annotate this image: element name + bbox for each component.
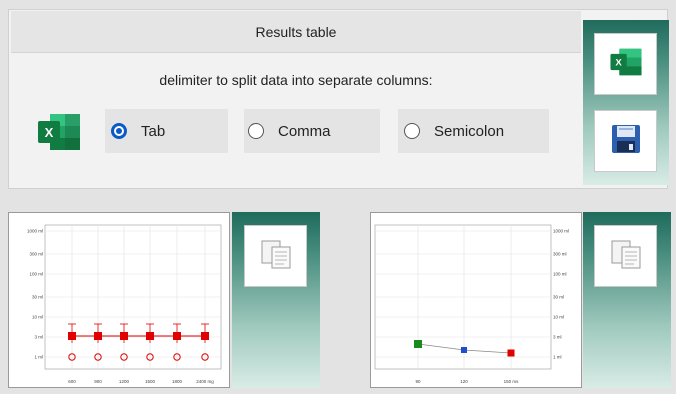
delimiter-tab-label: Tab [141,122,166,140]
data-point-square [414,340,422,348]
x-tick-label: 150 ms [504,379,520,384]
left-chart-plot: 1000 ml 300 ml 100 ml 30 ml 10 ml 3 ml 1 ml 600… [27,224,222,384]
copy-icon [609,238,643,275]
data-point-square [146,332,154,340]
svg-text:X: X [615,57,622,68]
y-tick-label: 3 ml [553,335,562,340]
x-tick-label: 90 [415,379,421,384]
floppy-disk-icon [610,123,642,160]
x-tick-label: 600 [68,379,76,384]
data-point-square [507,349,515,357]
delimiter-semicolon-option[interactable]: Semicolon [398,109,549,153]
results-table-title: Results table [255,23,337,40]
right-chart-plot: 1000 ml 300 ml 100 ml 30 ml 10 ml 3 ml 1 ml 90 1… [374,224,569,384]
radio-tab-selected-icon[interactable] [111,123,127,139]
data-point-square [68,332,76,340]
copy-left-chart-button[interactable] [244,225,307,287]
excel-icon: X [36,112,82,152]
save-button[interactable] [594,110,657,172]
x-tick-label: 1500 [145,379,156,384]
svg-text:X: X [45,125,54,140]
results-table-header: Results table [11,11,581,53]
data-point-square [120,332,128,340]
x-tick-label: 1800 [172,379,183,384]
data-point-square [173,332,181,340]
delimiter-semicolon-label: Semicolon [434,122,505,140]
left-chart: 1000 ml 300 ml 100 ml 30 ml 10 ml 3 ml 1 ml 600… [8,212,230,388]
copy-icon [259,238,293,275]
right-chart: 1000 ml 300 ml 100 ml 30 ml 10 ml 3 ml 1 ml 90 1… [370,212,582,388]
y-tick-label: 1000 ml [27,229,43,234]
delimiter-prompt-text: delimiter to split data into separate co… [159,72,433,88]
delimiter-comma-option[interactable]: Comma [244,109,380,153]
y-tick-label: 100 ml [29,272,43,277]
excel-icon: X [609,47,643,82]
delimiter-tab-option[interactable]: Tab [105,109,228,153]
data-point-square [461,347,467,353]
x-tick-label: 2400 mg [196,379,214,384]
copy-right-chart-button[interactable] [594,225,657,287]
x-tick-label: 1200 [119,379,130,384]
y-tick-label: 300 ml [29,252,43,257]
x-tick-label: 900 [94,379,102,384]
y-tick-label: 100 ml [553,272,567,277]
delimiter-comma-label: Comma [278,122,331,140]
y-tick-label: 300 ml [553,252,567,257]
radio-comma-icon[interactable] [248,123,264,139]
y-tick-label: 30 ml [553,295,564,300]
y-tick-label: 1000 ml [553,229,569,234]
export-excel-button[interactable]: X [594,33,657,95]
y-tick-label: 1 ml [553,355,562,360]
y-tick-label: 30 ml [32,295,43,300]
radio-semicolon-icon[interactable] [404,123,420,139]
y-tick-label: 10 ml [553,315,564,320]
data-point-square [201,332,209,340]
y-tick-label: 10 ml [32,315,43,320]
x-tick-label: 120 [460,379,468,384]
y-tick-label: 1 ml [34,355,43,360]
data-point-square [94,332,102,340]
y-tick-label: 3 ml [34,335,43,340]
delimiter-prompt: delimiter to split data into separate co… [11,52,581,108]
